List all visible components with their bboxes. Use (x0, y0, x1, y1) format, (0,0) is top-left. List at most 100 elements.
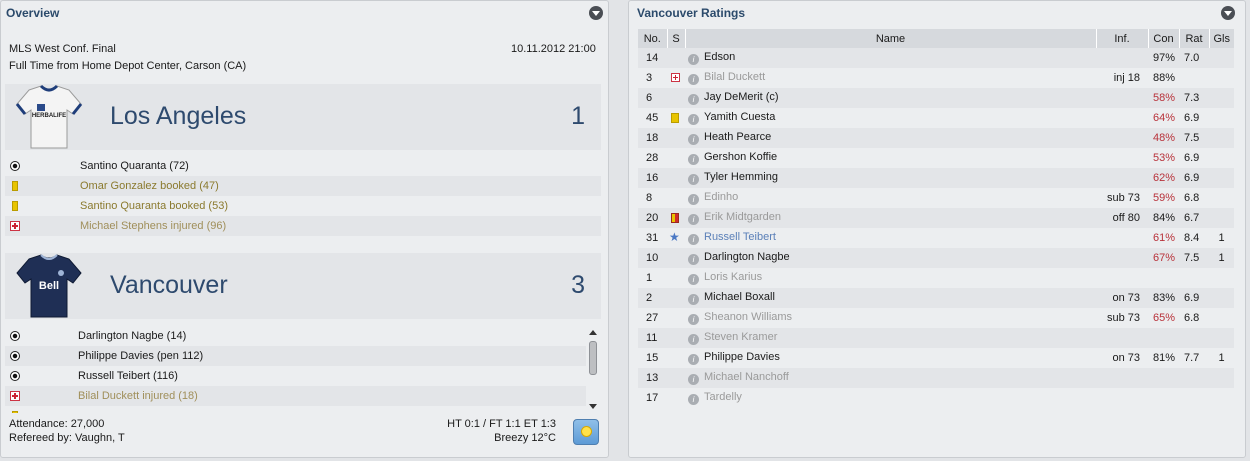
player-name-cell[interactable]: i Edinho (685, 188, 1096, 208)
collapse-ratings-icon[interactable] (1221, 6, 1235, 20)
player-name[interactable]: Yamith Cuesta (704, 111, 775, 123)
events-scrollbar[interactable] (586, 328, 600, 413)
info-icon[interactable]: i (688, 394, 699, 405)
player-name-cell[interactable]: i Sheanon Williams (685, 308, 1096, 328)
col-no[interactable]: No. (638, 29, 668, 48)
player-name-cell[interactable]: i Tardelly (685, 388, 1096, 408)
info-icon[interactable]: i (688, 354, 699, 365)
player-row[interactable]: 8 i Edinho sub 73 59% 6.8 (638, 188, 1234, 208)
player-row[interactable]: 15 i Philippe Davies on 73 81% 7.7 1 (638, 348, 1234, 368)
player-name-cell[interactable]: i Erik Midtgarden (685, 208, 1096, 228)
player-rating (1179, 328, 1209, 348)
home-event-text[interactable]: Santino Quaranta booked (53) (80, 200, 228, 212)
player-name[interactable]: Jay DeMerit (c) (704, 91, 779, 103)
info-icon[interactable]: i (688, 334, 699, 345)
info-icon[interactable]: i (688, 94, 699, 105)
col-status[interactable]: S (667, 29, 686, 48)
player-row[interactable]: 27 i Sheanon Williams sub 73 65% 6.8 (638, 308, 1234, 328)
info-icon[interactable]: i (688, 174, 699, 185)
info-icon[interactable]: i (688, 74, 699, 85)
col-condition[interactable]: Con (1148, 29, 1180, 48)
player-name[interactable]: Loris Karius (704, 271, 762, 283)
info-icon[interactable]: i (688, 254, 699, 265)
home-event-text[interactable]: Omar Gonzalez booked (47) (80, 180, 219, 192)
player-row[interactable]: 11 i Steven Kramer (638, 328, 1234, 348)
player-name[interactable]: Tyler Hemming (704, 171, 778, 183)
player-row[interactable]: 17 i Tardelly (638, 388, 1234, 408)
player-name-cell[interactable]: i Jay DeMerit (c) (685, 88, 1096, 108)
col-name[interactable]: Name (685, 29, 1097, 48)
player-row[interactable]: 31 ★ i Russell Teibert 61% 8.4 1 (638, 228, 1234, 248)
away-event-text[interactable]: Philippe Davies (pen 112) (78, 350, 203, 362)
col-rating[interactable]: Rat (1179, 29, 1210, 48)
player-name-cell[interactable]: i Darlington Nagbe (685, 248, 1096, 268)
away-team-name[interactable]: Vancouver (110, 271, 228, 300)
player-name-cell[interactable]: i Yamith Cuesta (685, 108, 1096, 128)
info-icon[interactable]: i (688, 114, 699, 125)
player-name[interactable]: Tardelly (704, 391, 742, 403)
player-number: 18 (638, 128, 667, 148)
player-info (1096, 268, 1148, 288)
scroll-up-icon[interactable] (589, 330, 597, 335)
player-name-cell[interactable]: i Gershon Koffie (685, 148, 1096, 168)
info-icon[interactable]: i (688, 374, 699, 385)
player-name-cell[interactable]: i Russell Teibert (685, 228, 1096, 248)
player-goals (1209, 148, 1234, 168)
info-icon[interactable]: i (688, 314, 699, 325)
info-icon[interactable]: i (688, 234, 699, 245)
info-icon[interactable]: i (688, 134, 699, 145)
col-info[interactable]: Inf. (1096, 29, 1149, 48)
scroll-down-icon[interactable] (589, 404, 597, 409)
player-name[interactable]: Bilal Duckett (704, 71, 765, 83)
player-row[interactable]: 28 i Gershon Koffie 53% 6.9 (638, 148, 1234, 168)
home-team-name[interactable]: Los Angeles (110, 102, 246, 131)
player-name[interactable]: Michael Nanchoff (704, 371, 789, 383)
player-row[interactable]: 1 i Loris Karius (638, 268, 1234, 288)
player-name-cell[interactable]: i Edson (685, 48, 1096, 68)
away-event-text[interactable]: Darlington Nagbe (14) (78, 330, 186, 342)
player-name[interactable]: Steven Kramer (704, 331, 777, 343)
collapse-overview-icon[interactable] (589, 6, 603, 20)
away-event-text[interactable]: Bilal Duckett injured (18) (78, 390, 198, 402)
player-row[interactable]: 13 i Michael Nanchoff (638, 368, 1234, 388)
info-icon[interactable]: i (688, 154, 699, 165)
player-row[interactable]: 14 i Edson 97% 7.0 (638, 48, 1234, 68)
player-name[interactable]: Sheanon Williams (704, 311, 792, 323)
info-icon[interactable]: i (688, 294, 699, 305)
info-icon[interactable]: i (688, 194, 699, 205)
player-name[interactable]: Heath Pearce (704, 131, 771, 143)
player-name[interactable]: Edson (704, 51, 735, 63)
scroll-thumb[interactable] (589, 341, 597, 375)
player-name-cell[interactable]: i Loris Karius (685, 268, 1096, 288)
info-icon[interactable]: i (688, 274, 699, 285)
player-name[interactable]: Russell Teibert (704, 231, 776, 243)
player-name-cell[interactable]: i Tyler Hemming (685, 168, 1096, 188)
player-name-cell[interactable]: i Michael Boxall (685, 288, 1096, 308)
info-icon[interactable]: i (688, 214, 699, 225)
player-name-cell[interactable]: i Heath Pearce (685, 128, 1096, 148)
player-name-cell[interactable]: i Philippe Davies (685, 348, 1096, 368)
player-row[interactable]: 6 i Jay DeMerit (c) 58% 7.3 (638, 88, 1234, 108)
player-row[interactable]: 2 i Michael Boxall on 73 83% 6.9 (638, 288, 1234, 308)
info-icon[interactable]: i (688, 54, 699, 65)
player-row[interactable]: 45 i Yamith Cuesta 64% 6.9 (638, 108, 1234, 128)
player-name[interactable]: Edinho (704, 191, 738, 203)
home-event-text[interactable]: Santino Quaranta (72) (80, 160, 189, 172)
away-event-text[interactable]: Russell Teibert (116) (78, 370, 178, 382)
player-row[interactable]: 3 i Bilal Duckett inj 18 88% (638, 68, 1234, 88)
player-name[interactable]: Darlington Nagbe (704, 251, 790, 263)
player-name-cell[interactable]: i Steven Kramer (685, 328, 1096, 348)
player-name[interactable]: Gershon Koffie (704, 151, 777, 163)
player-row[interactable]: 16 i Tyler Hemming 62% 6.9 (638, 168, 1234, 188)
away-events-list[interactable]: Darlington Nagbe (14) Philippe Davies (p… (1, 326, 586, 413)
player-name-cell[interactable]: i Michael Nanchoff (685, 368, 1096, 388)
player-name-cell[interactable]: i Bilal Duckett (685, 68, 1096, 88)
home-event-text[interactable]: Michael Stephens injured (96) (80, 220, 226, 232)
player-row[interactable]: 10 i Darlington Nagbe 67% 7.5 1 (638, 248, 1234, 268)
player-row[interactable]: 18 i Heath Pearce 48% 7.5 (638, 128, 1234, 148)
player-row[interactable]: 20 i Erik Midtgarden off 80 84% 6.7 (638, 208, 1234, 228)
col-goals[interactable]: Gls (1209, 29, 1234, 48)
player-name[interactable]: Philippe Davies (704, 351, 780, 363)
player-name[interactable]: Michael Boxall (704, 291, 775, 303)
player-name[interactable]: Erik Midtgarden (704, 211, 781, 223)
